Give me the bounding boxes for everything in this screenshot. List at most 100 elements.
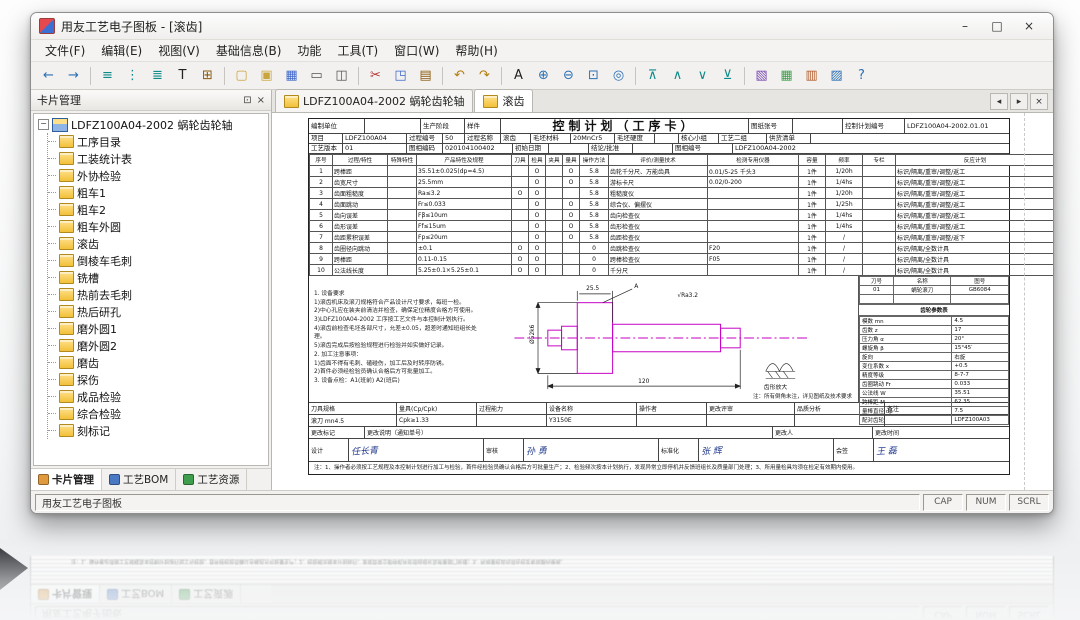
tree-item-8[interactable]: 倒棱车毛刺 [48, 252, 268, 269]
reflection-card-strip: 注：1、操作者必须按工艺规程及本控制计划进行加工与检验，首件经检验员确认合格后方… [31, 556, 1053, 584]
tree-item-10[interactable]: 热前去毛刺 [48, 286, 268, 303]
menu-item-5[interactable]: 功能 [289, 40, 329, 61]
process-col-header: 专栏 [863, 155, 896, 166]
resource-icon[interactable]: ▨ [825, 64, 848, 87]
move-down-icon[interactable]: ∨ [691, 64, 714, 87]
tab-close-icon[interactable]: × [1030, 93, 1048, 110]
close-button[interactable]: × [1013, 15, 1045, 37]
tree-item-17[interactable]: 综合检验 [48, 405, 268, 422]
move-top-icon[interactable]: ⊼ [641, 64, 664, 87]
process-tree: −LDFZ100A04-2002 蜗轮齿轮轴工序目录工装统计表外协检验粗车1粗车… [33, 113, 269, 466]
card-icon [59, 407, 74, 420]
pan-icon[interactable]: ◎ [607, 64, 630, 87]
menu-item-4[interactable]: 基础信息(B) [208, 40, 290, 61]
tree-item-6[interactable]: 粗车外圆 [48, 218, 268, 235]
card-header-row3: 工艺版本01图相编码020104100402初始日期结论/批准图相编号LDFZ1… [309, 144, 1009, 154]
layers-icon[interactable]: ▧ [750, 64, 773, 87]
expander-icon[interactable]: − [38, 119, 49, 130]
move-bottom-icon[interactable]: ⊻ [716, 64, 739, 87]
document-tab-1[interactable]: LDFZ100A04-2002 蜗轮齿轮轴 [275, 89, 473, 112]
tree-item-4[interactable]: 粗车1 [48, 184, 268, 201]
move-up-icon[interactable]: ∧ [666, 64, 689, 87]
drawing-note: 注：所有倒角未注，详见图纸及技术要求 [753, 392, 852, 400]
back-icon[interactable]: ← [37, 64, 60, 87]
process-row: 10公法线长度5.25±0.1×5.25±0.1OO0千分尺1件/标识/隔离/全… [310, 265, 1054, 276]
tree-root[interactable]: −LDFZ100A04-2002 蜗轮齿轮轴 [38, 116, 268, 133]
redo-icon[interactable]: ↷ [473, 64, 496, 87]
panel-tab-icon [38, 589, 49, 600]
align-icon[interactable]: ≣ [146, 64, 169, 87]
tree-item-14[interactable]: 磨齿 [48, 354, 268, 371]
tree-item-label: 工序目录 [77, 134, 121, 150]
info-cell [549, 144, 589, 153]
tree-twig [48, 158, 56, 159]
grid-icon[interactable]: ▦ [775, 64, 798, 87]
new-card-icon[interactable]: ▢ [230, 64, 253, 87]
tree-item-15[interactable]: 探伤 [48, 371, 268, 388]
cut-icon[interactable]: ✂ [364, 64, 387, 87]
zoom-fit-icon[interactable]: ⊡ [582, 64, 605, 87]
menu-item-7[interactable]: 窗口(W) [386, 40, 447, 61]
undo-icon[interactable]: ↶ [448, 64, 471, 87]
menu-item-8[interactable]: 帮助(H) [447, 40, 505, 61]
panel-tab-2[interactable]: 工艺BOM [102, 469, 176, 490]
info-cell: 过程名称 [465, 134, 501, 143]
distribute-v-icon[interactable]: ⋮ [121, 64, 144, 87]
tab-scroll-left-icon[interactable]: ◂ [990, 93, 1008, 110]
tree-item-18[interactable]: 刻标记 [48, 422, 268, 439]
save-icon[interactable]: ▦ [280, 64, 303, 87]
zoom-in-icon[interactable]: ⊕ [532, 64, 555, 87]
card-icon [59, 152, 74, 165]
card-icon [59, 186, 74, 199]
pin-icon[interactable]: ⊡ [243, 95, 251, 106]
paste-icon[interactable]: ▤ [414, 64, 437, 87]
document-tab-2[interactable]: 滚齿 [474, 89, 533, 112]
panel-header: 卡片管理 ⊡ × [31, 90, 271, 111]
minimize-button[interactable]: – [949, 15, 981, 37]
document-nav: ◂▸× [990, 93, 1053, 112]
tree-item-16[interactable]: 成品检验 [48, 388, 268, 405]
menu-item-6[interactable]: 工具(T) [329, 40, 386, 61]
maximize-button[interactable]: □ [981, 15, 1013, 37]
forward-icon[interactable]: → [62, 64, 85, 87]
signature: 王 磊 [874, 439, 1009, 461]
panel-tab-1[interactable]: 卡片管理 [31, 469, 102, 490]
tab-scroll-right-icon[interactable]: ▸ [1010, 93, 1028, 110]
reflection-text: 注：1、操作者必须按工艺规程及本控制计划进行加工与检验，首件经检验员确认合格后方… [71, 558, 566, 565]
menu-item-2[interactable]: 编辑(E) [93, 40, 150, 61]
param-row: 螺旋角 β15°45′ [860, 344, 1009, 353]
tree-twig [48, 209, 56, 210]
info-cell: 01 [343, 144, 407, 153]
tree-item-3[interactable]: 外协检验 [48, 167, 268, 184]
tree-item-12[interactable]: 磨外圆1 [48, 320, 268, 337]
tree-item-5[interactable]: 粗车2 [48, 201, 268, 218]
tree-item-1[interactable]: 工序目录 [48, 133, 268, 150]
print-icon[interactable]: ▭ [305, 64, 328, 87]
distribute-h-icon[interactable]: ≡ [96, 64, 119, 87]
menu-item-1[interactable]: 文件(F) [37, 40, 93, 61]
open-icon[interactable]: ▣ [255, 64, 278, 87]
card-canvas: 编制单位生产阶段样件控制计划（工序卡）图纸张号控制计划编号LDFZ100A04-… [272, 113, 1053, 490]
process-col-header: 反应计划 [896, 155, 1054, 166]
signature: 任长青 [349, 439, 484, 461]
menu-item-3[interactable]: 视图(V) [150, 40, 208, 61]
tree-item-9[interactable]: 铣槽 [48, 269, 268, 286]
card-list-icon[interactable]: ▥ [800, 64, 823, 87]
panel-close-icon[interactable]: × [257, 95, 265, 106]
text-tool-icon[interactable]: T [171, 64, 194, 87]
tree-item-7[interactable]: 滚齿 [48, 235, 268, 252]
tree-item-2[interactable]: 工装统计表 [48, 150, 268, 167]
panel-tab-3[interactable]: 工艺资源 [176, 469, 247, 490]
insert-table-icon[interactable]: ⊞ [196, 64, 219, 87]
tree-item-13[interactable]: 磨外圆2 [48, 337, 268, 354]
sign-label: 设计 [309, 439, 349, 461]
window-title: 用友工艺电子图板 - [滚齿] [61, 18, 202, 35]
font-icon[interactable]: A [507, 64, 530, 87]
help-icon[interactable]: ? [850, 64, 873, 87]
zoom-out-icon[interactable]: ⊖ [557, 64, 580, 87]
card-icon [59, 237, 74, 250]
tree-item-11[interactable]: 热后研孔 [48, 303, 268, 320]
print-preview-icon[interactable]: ◫ [330, 64, 353, 87]
status-indicator-cap: CAP [923, 606, 963, 619]
copy-icon[interactable]: ◳ [389, 64, 412, 87]
